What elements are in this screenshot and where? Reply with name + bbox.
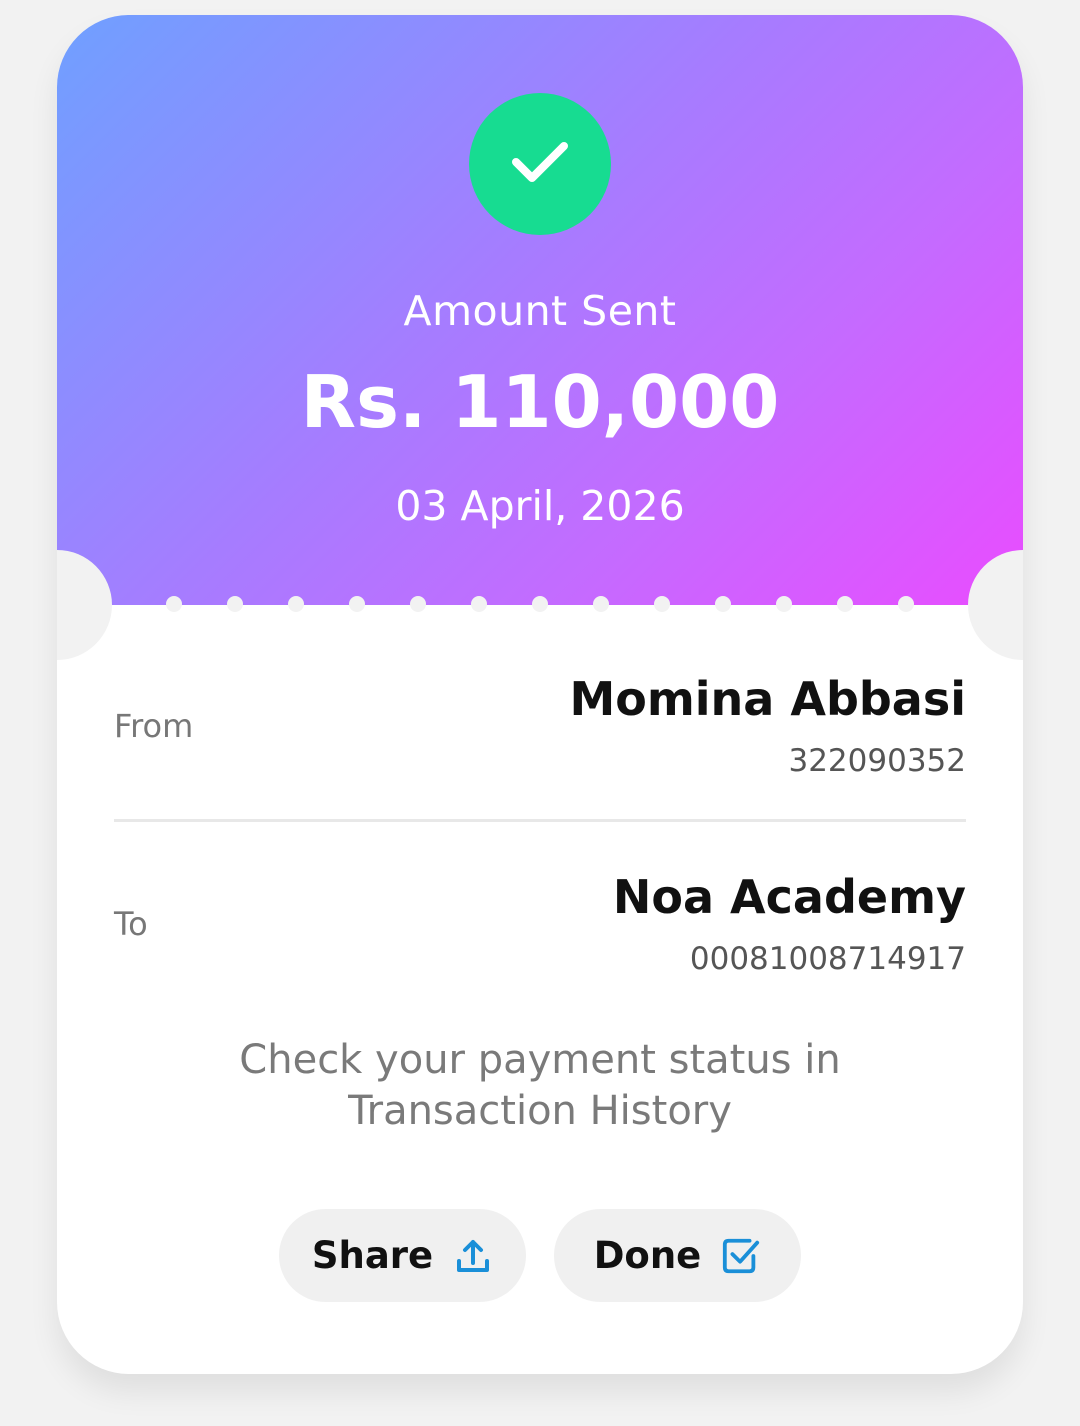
receipt-card: Amount Sent Rs. 110,000 03 April, 2026 F… xyxy=(57,15,1023,1374)
amount-heading: Amount Sent xyxy=(403,287,677,335)
perforation-dot xyxy=(166,596,182,612)
divider xyxy=(114,819,966,822)
checkmark-icon xyxy=(510,138,570,190)
done-button[interactable]: Done xyxy=(554,1209,801,1302)
perforation-dot xyxy=(227,596,243,612)
perforation-dot xyxy=(593,596,609,612)
perforation-dot xyxy=(715,596,731,612)
perforation-dot xyxy=(349,596,365,612)
receipt-header: Amount Sent Rs. 110,000 03 April, 2026 xyxy=(57,15,1023,605)
amount-value: Rs. 110,000 xyxy=(300,360,780,444)
perforation-dot xyxy=(776,596,792,612)
transaction-date: 03 April, 2026 xyxy=(395,482,685,530)
share-button[interactable]: Share xyxy=(279,1209,526,1302)
perforation-dot xyxy=(898,596,914,612)
upload-icon xyxy=(453,1236,493,1276)
perforation-dot xyxy=(471,596,487,612)
sender-name: Momina Abbasi xyxy=(569,672,966,726)
perforation-dot xyxy=(837,596,853,612)
sender-account-number: 322090352 xyxy=(788,743,966,779)
to-label: To xyxy=(114,905,148,943)
perforation-dot xyxy=(288,596,304,612)
success-badge xyxy=(469,93,611,235)
recipient-name: Noa Academy xyxy=(612,870,966,924)
from-label: From xyxy=(114,707,194,745)
payment-status-message: Check your payment status in Transaction… xyxy=(239,1037,841,1134)
perforation-dot xyxy=(410,596,426,612)
recipient-account-number: 00081008714917 xyxy=(689,941,966,977)
perforation-dot xyxy=(532,596,548,612)
perforation-dot xyxy=(654,596,670,612)
done-button-label: Done xyxy=(593,1234,702,1277)
share-button-label: Share xyxy=(311,1234,434,1277)
check-box-icon xyxy=(721,1236,761,1276)
